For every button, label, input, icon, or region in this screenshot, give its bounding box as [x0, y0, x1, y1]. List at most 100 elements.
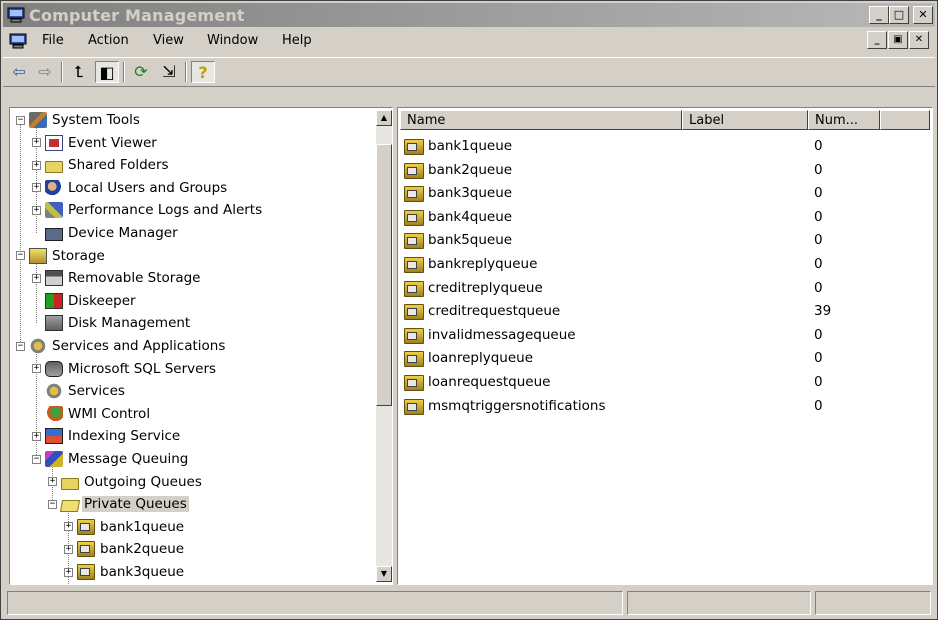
back-arrow-icon[interactable]: ⇦	[7, 61, 31, 83]
tree-node-shared-folders[interactable]: + Shared Folders	[32, 155, 171, 175]
status-panel-right	[815, 591, 931, 615]
tree-node-outgoing-queues[interactable]: + Outgoing Queues	[48, 472, 204, 492]
queue-icon	[404, 280, 424, 297]
list-item[interactable]: invalidmessagequeue 0	[402, 325, 922, 347]
minimize-button[interactable]: _	[869, 6, 889, 24]
list-header: Name Label Num...	[400, 110, 930, 130]
tree-node-bank3queue[interactable]: + bank3queue	[64, 562, 186, 582]
show-hide-tree-icon[interactable]: ◧	[95, 61, 119, 83]
child-minimize-button[interactable]: _	[867, 31, 887, 49]
menu-view[interactable]: View	[153, 33, 184, 48]
column-header-label[interactable]: Label	[682, 110, 808, 130]
tree-node-label: Microsoft SQL Servers	[68, 360, 217, 377]
child-close-button[interactable]: ✕	[909, 31, 929, 49]
tree-node-disk-management[interactable]: Disk Management	[32, 313, 192, 333]
tree-node-label: Services	[68, 383, 125, 400]
expand-icon[interactable]: +	[32, 364, 41, 374]
queue-icon	[404, 304, 424, 321]
expand-icon[interactable]: +	[64, 522, 73, 532]
sql-icon	[45, 360, 63, 377]
list-item[interactable]: bank1queue 0	[402, 136, 922, 158]
tree-node-services-and-applications[interactable]: − Services and Applications	[16, 336, 227, 356]
console-tree-pane[interactable]: − System Tools + Event Viewer + Shared Folder…	[9, 107, 393, 585]
expand-icon[interactable]: +	[32, 183, 41, 193]
queue-icon	[404, 139, 424, 155]
maximize-button[interactable]: □	[889, 6, 909, 24]
console-window-icon[interactable]	[9, 33, 27, 49]
title-bar[interactable]: Computer Management _ □ ✕	[3, 3, 935, 27]
collapse-icon[interactable]: −	[32, 454, 41, 464]
menu-help[interactable]: Help	[282, 33, 312, 48]
users-icon	[45, 179, 63, 196]
tree-node-microsoft-sql-servers[interactable]: + Microsoft SQL Servers	[32, 359, 218, 379]
tree-node-label: Outgoing Queues	[84, 473, 202, 490]
expand-icon[interactable]: +	[32, 431, 41, 441]
up-one-level-icon[interactable]: ⮤	[67, 61, 91, 83]
tree-node-label: Message Queuing	[68, 451, 189, 467]
tree-node-event-viewer[interactable]: + Event Viewer	[32, 133, 159, 153]
message-count: 0	[814, 256, 823, 272]
expand-icon[interactable]: +	[32, 138, 41, 148]
menu-file[interactable]: File	[42, 33, 64, 48]
list-item[interactable]: loanreplyqueue 0	[402, 348, 922, 370]
list-item[interactable]: bankreplyqueue 0	[402, 254, 922, 276]
expand-icon[interactable]: +	[32, 160, 41, 170]
column-header-name[interactable]: Name	[400, 110, 682, 130]
expand-icon[interactable]: +	[32, 205, 41, 215]
tree-node-device-manager[interactable]: Device Manager	[32, 223, 180, 243]
child-restore-button[interactable]: ▣	[888, 31, 908, 49]
message-count: 0	[814, 208, 823, 225]
message-count: 0	[814, 138, 823, 154]
expand-icon[interactable]: +	[32, 273, 41, 283]
help-icon[interactable]: ?	[191, 61, 215, 83]
expand-icon[interactable]: +	[48, 477, 57, 487]
menu-window[interactable]: Window	[207, 33, 258, 48]
queue-icon	[404, 186, 424, 203]
forward-arrow-icon[interactable]: ⇨	[33, 61, 57, 83]
device-icon	[45, 227, 63, 241]
tree-node-message-queuing[interactable]: − Message Queuing	[32, 449, 190, 469]
list-item[interactable]: creditrequestqueue 39	[402, 301, 922, 323]
scroll-down-arrow-icon[interactable]: ▼	[376, 566, 392, 582]
list-item[interactable]: bank4queue 0	[402, 207, 922, 229]
tree-node-storage[interactable]: − Storage	[16, 246, 107, 266]
tree-node-diskeeper[interactable]: Diskeeper	[32, 291, 138, 311]
close-button[interactable]: ✕	[913, 6, 933, 24]
tree-node-system-tools[interactable]: − System Tools	[16, 110, 142, 130]
menu-bar: File Action View Window Help _ ▣ ✕	[3, 29, 935, 53]
scroll-thumb[interactable]	[376, 144, 392, 406]
menu-action[interactable]: Action	[88, 33, 129, 48]
tree-node-services[interactable]: Services	[32, 381, 127, 401]
list-item[interactable]: bank2queue 0	[402, 160, 922, 182]
tree-node-removable-storage[interactable]: + Removable Storage	[32, 268, 203, 288]
expand-icon[interactable]: +	[64, 567, 73, 577]
diskeeper-icon	[45, 292, 63, 309]
refresh-icon[interactable]: ⟳	[129, 61, 153, 83]
list-item[interactable]: msmqtriggersnotifications 0	[402, 396, 922, 418]
tree-node-indexing-service[interactable]: + Indexing Service	[32, 426, 182, 446]
tree-node-bank1queue[interactable]: + bank1queue	[64, 517, 186, 537]
scroll-up-arrow-icon[interactable]: ▲	[376, 110, 392, 126]
expand-icon[interactable]: +	[64, 544, 73, 554]
collapse-icon[interactable]: −	[16, 341, 25, 351]
tree-node-label: Disk Management	[68, 315, 191, 332]
details-list-pane[interactable]: Name Label Num... bank1queue 0 bank2queue 0…	[397, 107, 933, 585]
collapse-icon[interactable]: −	[48, 499, 57, 509]
tree-node-label: Local Users and Groups	[68, 179, 228, 196]
list-item[interactable]: bank5queue 0	[402, 230, 922, 252]
queue-name: bank2queue	[428, 161, 513, 178]
list-item[interactable]: bank3queue 0	[402, 183, 922, 205]
export-list-icon[interactable]: ⇲	[157, 61, 181, 83]
column-header-number[interactable]: Num...	[808, 110, 880, 130]
tree-node-local-users-and-groups[interactable]: + Local Users and Groups	[32, 178, 229, 198]
tree-node-performance-logs-and-alerts[interactable]: + Performance Logs and Alerts	[32, 200, 264, 220]
list-item[interactable]: loanrequestqueue 0	[402, 372, 922, 394]
tree-node-wmi-control[interactable]: WMI Control	[32, 404, 152, 424]
collapse-icon[interactable]: −	[16, 251, 25, 261]
list-item[interactable]: creditreplyqueue 0	[402, 278, 922, 300]
diskmgmt-icon	[45, 315, 63, 332]
tree-node-private-queues[interactable]: − Private Queues	[48, 494, 189, 514]
tree-node-bank2queue[interactable]: + bank2queue	[64, 539, 186, 559]
collapse-icon[interactable]: −	[16, 115, 25, 125]
tree-vertical-scrollbar[interactable]: ▲ ▼	[376, 110, 392, 582]
